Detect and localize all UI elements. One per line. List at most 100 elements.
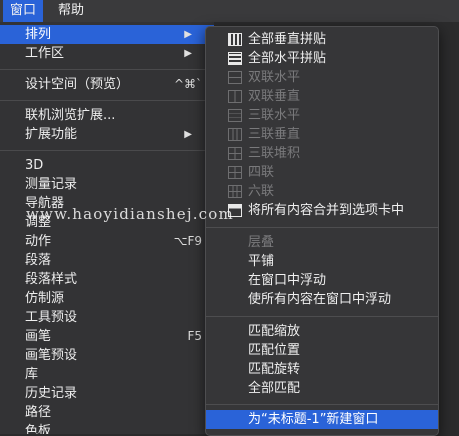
submenu-item-label: 三联水平: [248, 108, 301, 123]
menu-item-libraries[interactable]: 库: [0, 365, 214, 384]
four-up-icon: [228, 166, 242, 179]
menu-item-measurement-log[interactable]: 测量记录: [0, 175, 214, 194]
submenu-item-tile-all-vertically[interactable]: 全部垂直拼贴: [206, 30, 438, 49]
menu-item-label: 设计空间（预览）: [25, 77, 130, 92]
menu-item-label: 仿制源: [25, 291, 65, 306]
submenu-item-tile-all-horizontally[interactable]: 全部水平拼贴: [206, 49, 438, 68]
menu-item-label: 排列: [25, 27, 52, 42]
submenu-item-3-up-stacked[interactable]: 三联堆积: [206, 144, 438, 163]
two-up-horizontal-icon: [228, 71, 242, 84]
submenu-item-match-location[interactable]: 匹配位置: [206, 341, 438, 360]
menu-item-label: 导航器: [25, 196, 65, 211]
menu-item-shortcut: ⌥F9: [173, 234, 202, 248]
menubar-window[interactable]: 窗口: [3, 0, 44, 22]
submenu-separator: [206, 227, 438, 228]
submenu-item-2-up-horizontal[interactable]: 双联水平: [206, 68, 438, 87]
consolidate-tabs-icon: [228, 204, 242, 217]
submenu-item-float-in-window[interactable]: 在窗口中浮动: [206, 271, 438, 290]
menu-item-3d[interactable]: 3D: [0, 156, 214, 175]
tile-horizontal-icon: [228, 52, 242, 65]
menu-item-paragraph[interactable]: 段落: [0, 251, 214, 270]
menu-separator: [0, 150, 214, 151]
submenu-item-consolidate-to-tabs[interactable]: 将所有内容合并到选项卡中: [206, 201, 438, 220]
menu-item-shortcut: F5: [187, 329, 202, 343]
menu-item-label: 画笔预设: [25, 348, 78, 363]
menu-item-adjustments[interactable]: 调整: [0, 213, 214, 232]
submenu-item-label: 六联: [248, 184, 275, 199]
menu-item-label: 联机浏览扩展...: [25, 108, 116, 123]
submenu-item-cascade[interactable]: 层叠: [206, 233, 438, 252]
submenu-arrow-icon: ▶: [184, 29, 192, 40]
menu-item-label: 路径: [25, 405, 52, 420]
submenu-item-float-all-in-windows[interactable]: 使所有内容在窗口中浮动: [206, 290, 438, 309]
menu-separator: [0, 100, 214, 101]
submenu-item-4-up[interactable]: 四联: [206, 163, 438, 182]
submenu-item-new-window[interactable]: 为“未标题-1”新建窗口: [206, 410, 438, 429]
submenu-separator: [206, 316, 438, 317]
menu-item-label: 测量记录: [25, 177, 78, 192]
menu-item-extensions[interactable]: 扩展功能 ▶: [0, 125, 214, 144]
menu-item-brush-presets[interactable]: 画笔预设: [0, 346, 214, 365]
menu-item-label: 画笔: [25, 329, 52, 344]
menu-item-paragraph-styles[interactable]: 段落样式: [0, 270, 214, 289]
submenu-item-label: 层叠: [248, 235, 275, 250]
submenu-item-label: 使所有内容在窗口中浮动: [248, 292, 392, 307]
menu-bar: 窗口 帮助: [0, 0, 459, 22]
submenu-item-match-all[interactable]: 全部匹配: [206, 379, 438, 398]
tile-vertical-icon: [228, 33, 242, 46]
submenu-item-label: 在窗口中浮动: [248, 273, 327, 288]
submenu-item-match-zoom[interactable]: 匹配缩放: [206, 322, 438, 341]
menu-item-label: 库: [25, 367, 39, 382]
menu-item-workspace[interactable]: 工作区 ▶: [0, 44, 214, 63]
submenu-item-label: 全部匹配: [248, 381, 301, 396]
three-up-stacked-icon: [228, 147, 242, 160]
submenu-item-label: 双联垂直: [248, 89, 301, 104]
submenu-item-label: 匹配缩放: [248, 324, 301, 339]
menu-item-actions[interactable]: 动作 ⌥F9: [0, 232, 214, 251]
submenu-item-label: 平铺: [248, 254, 275, 269]
menubar-help[interactable]: 帮助: [51, 0, 91, 22]
submenu-item-match-rotation[interactable]: 匹配旋转: [206, 360, 438, 379]
menu-item-brush[interactable]: 画笔 F5: [0, 327, 214, 346]
submenu-separator: [206, 404, 438, 405]
submenu-item-6-up[interactable]: 六联: [206, 182, 438, 201]
submenu-item-3-up-vertical[interactable]: 三联垂直: [206, 125, 438, 144]
three-up-horizontal-icon: [228, 109, 242, 122]
menu-item-history[interactable]: 历史记录: [0, 384, 214, 403]
submenu-item-label: 全部垂直拼贴: [248, 32, 327, 47]
menu-item-navigator[interactable]: 导航器: [0, 194, 214, 213]
submenu-item-label: 全部水平拼贴: [248, 51, 327, 66]
submenu-item-label: 三联堆积: [248, 146, 301, 161]
menu-item-swatches[interactable]: 色板: [0, 422, 214, 434]
menu-item-arrange[interactable]: 排列 ▶: [0, 25, 214, 44]
menu-item-label: 历史记录: [25, 386, 78, 401]
menu-item-label: 调整: [25, 215, 52, 230]
submenu-arrow-icon: ▶: [184, 129, 192, 140]
submenu-item-tile[interactable]: 平铺: [206, 252, 438, 271]
menu-item-label: 工作区: [25, 46, 65, 61]
menu-item-clone-source[interactable]: 仿制源: [0, 289, 214, 308]
menu-item-design-space[interactable]: 设计空间（预览） ^⌘`: [0, 75, 214, 94]
menu-item-label: 段落样式: [25, 272, 78, 287]
submenu-item-label: 匹配旋转: [248, 362, 301, 377]
menu-item-paths[interactable]: 路径: [0, 403, 214, 422]
menu-item-tool-presets[interactable]: 工具预设: [0, 308, 214, 327]
three-up-vertical-icon: [228, 128, 242, 141]
submenu-item-label: 将所有内容合并到选项卡中: [248, 203, 405, 218]
submenu-item-label: 双联水平: [248, 70, 301, 85]
submenu-item-3-up-horizontal[interactable]: 三联水平: [206, 106, 438, 125]
menu-item-browse-extensions[interactable]: 联机浏览扩展...: [0, 106, 214, 125]
menu-item-label: 工具预设: [25, 310, 78, 325]
six-up-icon: [228, 185, 242, 198]
submenu-item-2-up-vertical[interactable]: 双联垂直: [206, 87, 438, 106]
menu-item-label: 扩展功能: [25, 127, 78, 142]
menu-item-label: 3D: [25, 158, 44, 173]
menu-separator: [0, 69, 214, 70]
menu-item-label: 色板: [25, 424, 52, 434]
submenu-item-label: 四联: [248, 165, 275, 180]
arrange-submenu: 全部垂直拼贴 全部水平拼贴 双联水平 双联垂直 三联水平 三联垂直 三联堆积 四…: [205, 26, 439, 436]
submenu-item-label: 匹配位置: [248, 343, 301, 358]
two-up-vertical-icon: [228, 90, 242, 103]
submenu-arrow-icon: ▶: [184, 48, 192, 59]
window-menu: 排列 ▶ 工作区 ▶ 设计空间（预览） ^⌘` 联机浏览扩展... 扩展功能 ▶…: [0, 22, 214, 434]
